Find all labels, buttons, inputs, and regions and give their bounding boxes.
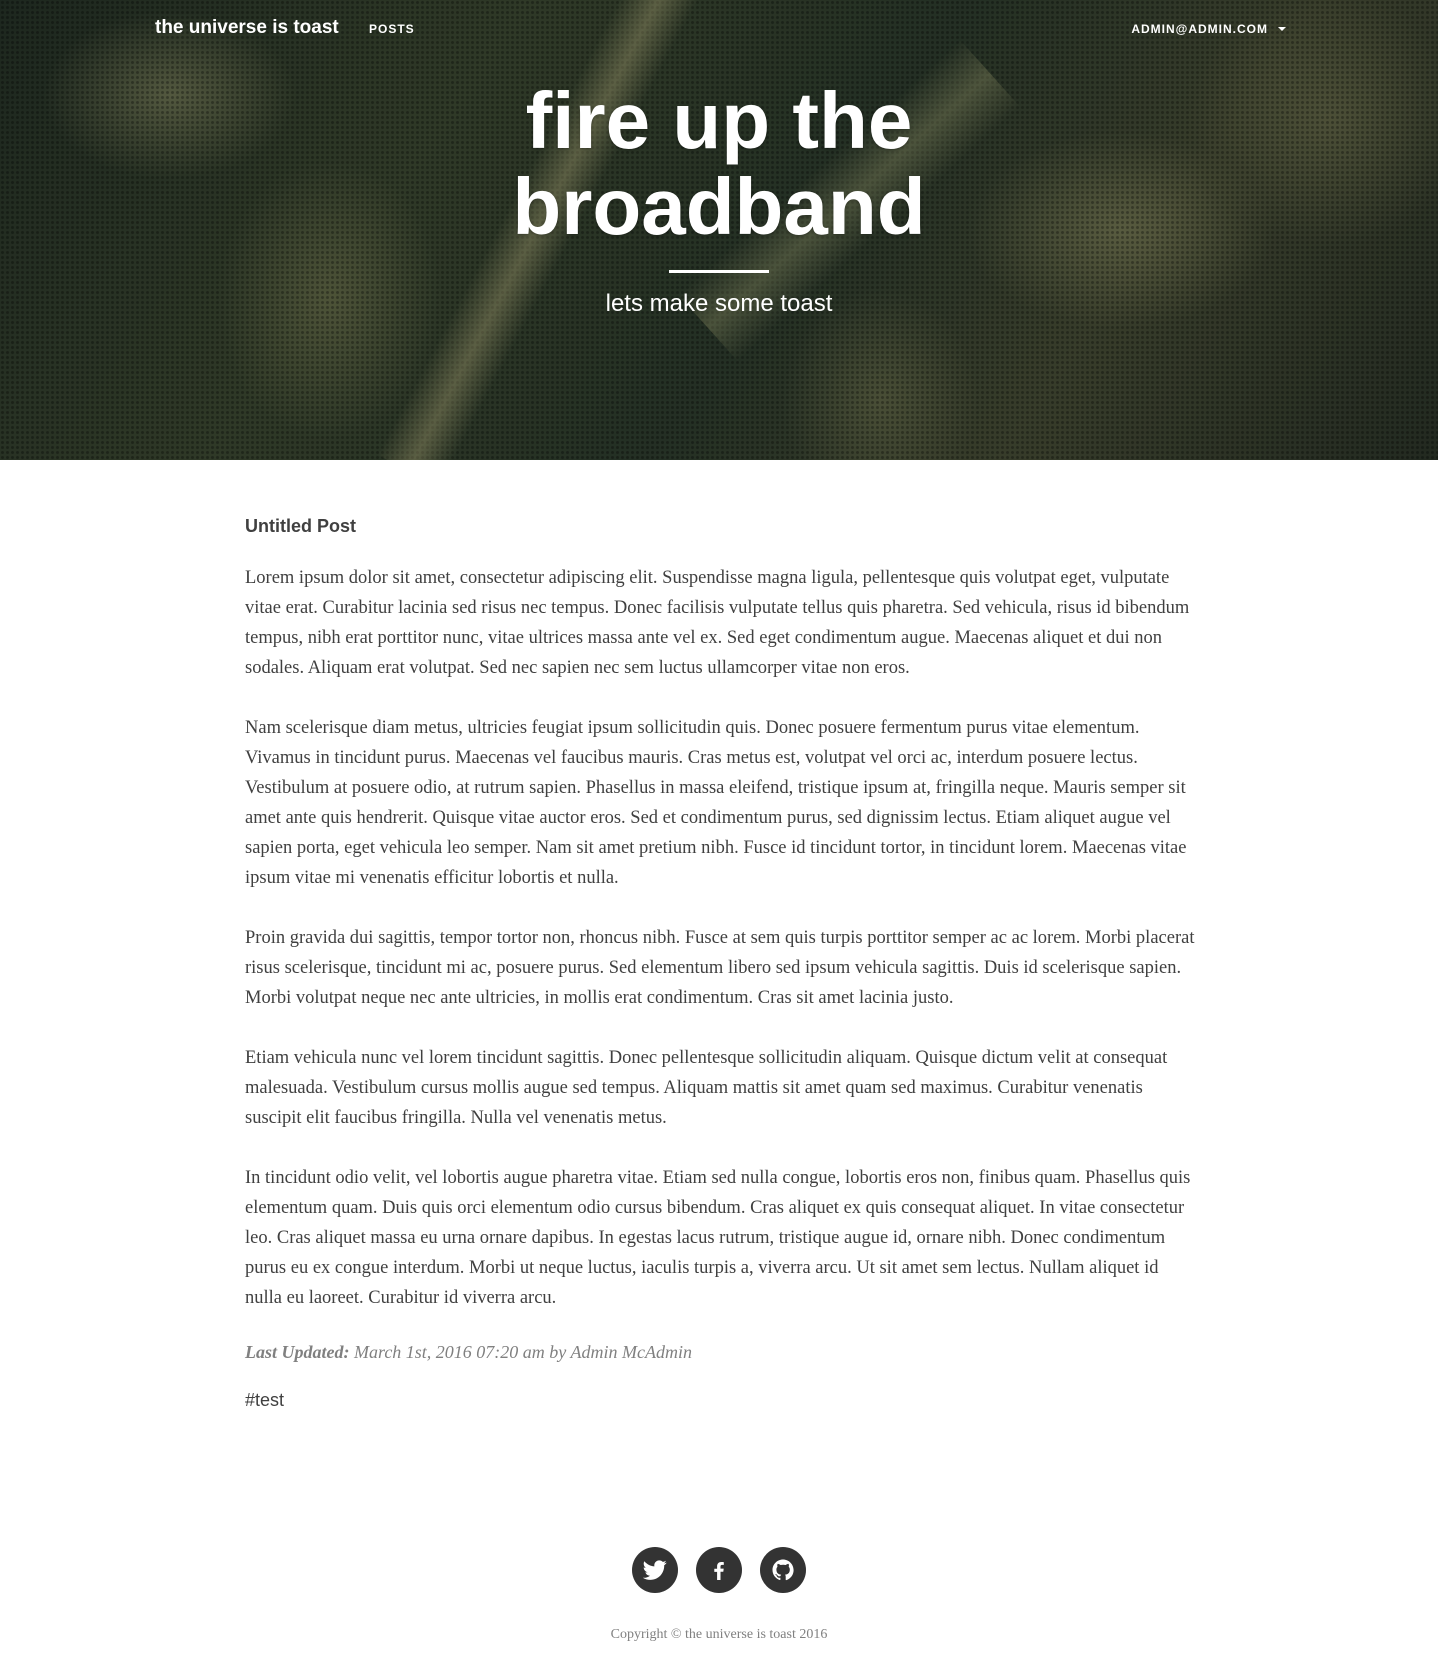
post-meta: Last Updated: March 1st, 2016 07:20 am b… — [245, 1342, 1195, 1363]
brand-link[interactable]: the universe is toast — [155, 17, 339, 39]
post-meta-value: March 1st, 2016 07:20 am by Admin McAdmi… — [353, 1342, 692, 1362]
hero-header: the universe is toast POSTS ADMIN@ADMIN.… — [0, 0, 1438, 460]
post-article: Untitled Post Lorem ipsum dolor sit amet… — [245, 516, 1195, 1411]
hero-title: fire up the broadband — [512, 76, 926, 251]
hero-divider — [669, 270, 769, 273]
twitter-button[interactable] — [632, 1547, 678, 1593]
github-icon — [772, 1559, 794, 1581]
site-heading: fire up the broadband lets make some toa… — [0, 78, 1438, 318]
post-paragraph: In tincidunt odio velit, vel lobortis au… — [245, 1168, 1191, 1308]
post-meta-label: Last Updated: — [245, 1342, 350, 1362]
github-button[interactable] — [760, 1547, 806, 1593]
post-paragraph: Nam scelerisque diam metus, ultricies fe… — [245, 718, 1187, 888]
twitter-icon — [643, 1560, 667, 1580]
user-email-label: ADMIN@ADMIN.COM — [1131, 22, 1268, 36]
post-paragraph: Lorem ipsum dolor sit amet, consectetur … — [245, 568, 1190, 678]
post-tag-link[interactable]: #test — [245, 1390, 284, 1411]
post-paragraph: Etiam vehicula nunc vel lorem tincidunt … — [245, 1048, 1168, 1128]
nav-posts-link[interactable]: POSTS — [369, 22, 415, 36]
hero-subtitle: lets make some toast — [605, 290, 833, 317]
caret-down-icon — [1278, 27, 1286, 31]
facebook-icon — [714, 1562, 724, 1580]
copyright-text: Copyright © the universe is toast 2016 — [610, 1627, 828, 1642]
facebook-button[interactable] — [696, 1547, 742, 1593]
top-navbar: the universe is toast POSTS ADMIN@ADMIN.… — [0, 0, 1438, 58]
post-title: Untitled Post — [245, 516, 356, 536]
post-paragraph: Proin gravida dui sagittis, tempor torto… — [245, 928, 1195, 1008]
user-dropdown-toggle[interactable]: ADMIN@ADMIN.COM — [1131, 22, 1286, 36]
social-links — [0, 1547, 1438, 1593]
